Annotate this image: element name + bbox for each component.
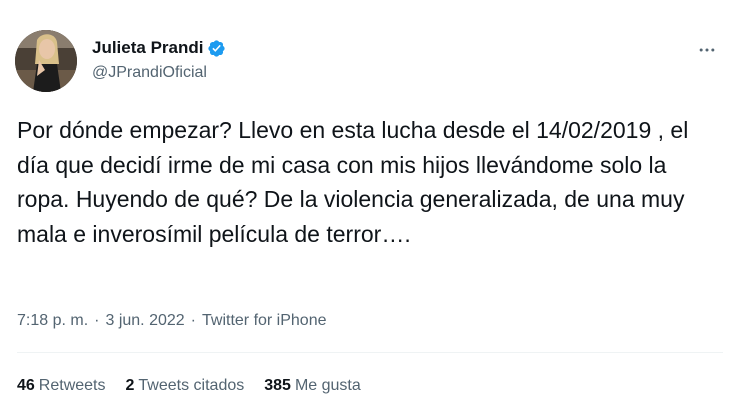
quotes-count: 2 xyxy=(125,377,135,394)
retweets-count: 46 xyxy=(17,377,35,394)
tweet-stats: 46 Retweets 2 Tweets citados 385 Me gust… xyxy=(17,374,381,398)
meta-separator: · xyxy=(94,312,100,329)
likes-stat[interactable]: 385 Me gusta xyxy=(264,377,361,395)
likes-label: Me gusta xyxy=(294,377,361,394)
avatar-image xyxy=(15,30,77,92)
quotes-stat[interactable]: 2 Tweets citados xyxy=(126,377,245,395)
retweets-stat[interactable]: 46 Retweets xyxy=(17,377,106,395)
tweet-date[interactable]: 3 jun. 2022 xyxy=(105,312,184,330)
tweet-header: Julieta Prandi @JPrandiOficial xyxy=(15,30,727,94)
retweets-label: Retweets xyxy=(38,377,106,394)
more-horizontal-icon xyxy=(699,48,715,52)
author-names: Julieta Prandi @JPrandiOficial xyxy=(92,36,226,82)
meta-separator: · xyxy=(190,312,196,329)
divider xyxy=(17,352,723,353)
more-button[interactable] xyxy=(695,38,719,62)
tweet-time[interactable]: 7:18 p. m. xyxy=(17,312,88,330)
avatar[interactable] xyxy=(15,30,77,92)
likes-count: 385 xyxy=(264,377,291,394)
tweet-meta: 7:18 p. m. · 3 jun. 2022 · Twitter for i… xyxy=(17,309,327,333)
quotes-label: Tweets citados xyxy=(138,377,245,394)
author-handle[interactable]: @JPrandiOficial xyxy=(92,64,226,82)
tweet-text: Por dónde empezar? Llevo en esta lucha d… xyxy=(17,117,695,247)
tweet-source[interactable]: Twitter for iPhone xyxy=(202,312,327,330)
display-name[interactable]: Julieta Prandi xyxy=(92,38,203,58)
verified-badge-icon xyxy=(207,39,226,58)
